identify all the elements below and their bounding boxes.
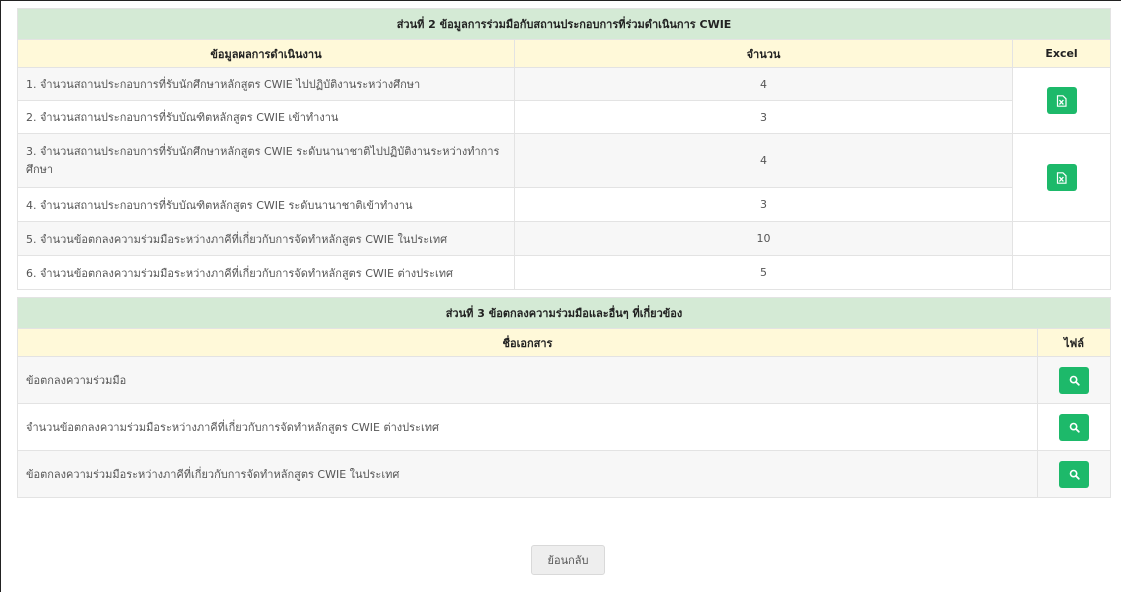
- section3-table: ส่วนที่ 3 ข้อตกลงความร่วมมือและอื่นๆ ที่…: [16, 297, 1112, 498]
- section2-table: ส่วนที่ 2 ข้อมูลการร่วมมือกับสถานประกอบก…: [16, 8, 1112, 290]
- row-label: 6. จำนวนข้อตกลงความร่วมมือระหว่างภาคีที่…: [17, 255, 515, 290]
- row-value: 10: [514, 221, 1013, 256]
- excel-cell: [1011, 133, 1112, 222]
- column-header-amount: จำนวน: [514, 39, 1013, 68]
- table-row: จำนวนข้อตกลงความร่วมมือระหว่างภาคีที่เกี…: [17, 403, 1112, 451]
- table-row: 1. จำนวนสถานประกอบการที่รับนักศึกษาหลักส…: [17, 67, 1112, 134]
- table-row: 6. จำนวนข้อตกลงความร่วมมือระหว่างภาคีที่…: [17, 255, 1112, 290]
- row-label: 3. จำนวนสถานประกอบการที่รับนักศึกษาหลักส…: [17, 133, 515, 188]
- column-header-result: ข้อมูลผลการดำเนินงาน: [17, 39, 515, 68]
- view-file-button[interactable]: [1059, 413, 1089, 441]
- column-header-file: ไฟล์: [1036, 328, 1112, 357]
- table-row: 3. จำนวนสถานประกอบการที่รับนักศึกษาหลักส…: [17, 133, 1112, 222]
- section3-title: ส่วนที่ 3 ข้อตกลงความร่วมมือและอื่นๆ ที่…: [16, 297, 1112, 329]
- table-row: 2. จำนวนสถานประกอบการที่รับบัณฑิตหลักสูต…: [17, 100, 1111, 134]
- row-value: 3: [514, 100, 1013, 134]
- table-row: ข้อตกลงความร่วมมือระหว่างภาคีที่เกี่ยวกั…: [17, 450, 1112, 498]
- doc-label: ข้อตกลงความร่วมมือ: [17, 356, 1038, 404]
- row-value: 4: [514, 67, 1013, 101]
- search-icon: [1069, 375, 1080, 386]
- content-wrapper: ส่วนที่ 2 ข้อมูลการร่วมมือกับสถานประกอบก…: [16, 8, 1112, 498]
- empty-cell: [1011, 255, 1112, 290]
- back-button[interactable]: ย้อนกลับ: [531, 545, 605, 575]
- section2-title: ส่วนที่ 2 ข้อมูลการร่วมมือกับสถานประกอบก…: [16, 8, 1112, 40]
- row-label: 5. จำนวนข้อตกลงความร่วมมือระหว่างภาคีที่…: [17, 221, 515, 256]
- file-cell: [1036, 450, 1112, 498]
- row-value: 4: [514, 133, 1013, 188]
- view-file-button[interactable]: [1059, 366, 1089, 394]
- excel-file-icon: [1056, 171, 1067, 184]
- empty-cell: [1011, 221, 1112, 256]
- doc-label: ข้อตกลงความร่วมมือระหว่างภาคีที่เกี่ยวกั…: [17, 450, 1038, 498]
- excel-cell: [1011, 67, 1112, 134]
- file-cell: [1036, 356, 1112, 404]
- search-icon: [1069, 422, 1080, 433]
- view-file-button[interactable]: [1059, 460, 1089, 488]
- excel-export-button[interactable]: [1046, 87, 1077, 114]
- search-icon: [1069, 469, 1080, 480]
- table-row: 4. จำนวนสถานประกอบการที่รับบัณฑิตหลักสูต…: [17, 187, 1111, 222]
- excel-file-icon: [1056, 94, 1067, 107]
- row-value: 5: [514, 255, 1013, 290]
- excel-export-button[interactable]: [1046, 164, 1077, 191]
- column-header-doc: ชื่อเอกสาร: [17, 328, 1038, 357]
- table-row: ข้อตกลงความร่วมมือ: [17, 356, 1112, 404]
- row-label: 4. จำนวนสถานประกอบการที่รับบัณฑิตหลักสูต…: [17, 187, 515, 222]
- row-label: 1. จำนวนสถานประกอบการที่รับนักศึกษาหลักส…: [17, 67, 515, 101]
- row-value: 3: [514, 187, 1013, 222]
- table-row: 5. จำนวนข้อตกลงความร่วมมือระหว่างภาคีที่…: [17, 221, 1112, 256]
- column-header-excel: Excel: [1011, 39, 1112, 68]
- doc-label: จำนวนข้อตกลงความร่วมมือระหว่างภาคีที่เกี…: [17, 403, 1038, 451]
- file-cell: [1036, 403, 1112, 451]
- row-label: 2. จำนวนสถานประกอบการที่รับบัณฑิตหลักสูต…: [17, 100, 515, 134]
